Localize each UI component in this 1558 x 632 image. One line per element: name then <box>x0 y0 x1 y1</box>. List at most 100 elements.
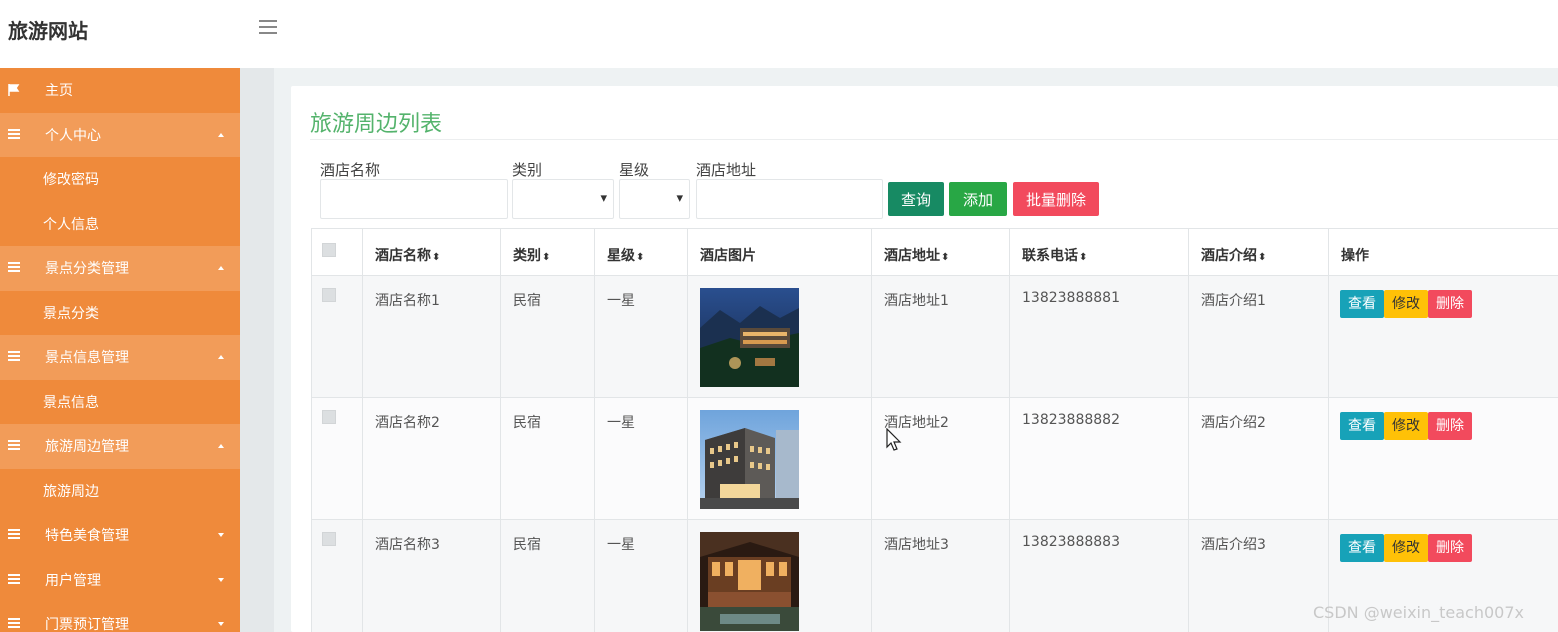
caret-up-icon <box>218 444 224 449</box>
col-category[interactable]: 类别⬍ <box>500 228 595 276</box>
row-checkbox[interactable] <box>322 410 336 424</box>
sidebar-item-spot-category[interactable]: 景点分类 <box>0 291 240 336</box>
sort-icon: ⬍ <box>1079 252 1088 263</box>
select-all-checkbox[interactable] <box>322 243 336 257</box>
stars-cell: 一星 <box>594 397 688 520</box>
col-stars[interactable]: 星级⬍ <box>594 228 688 276</box>
col-phone[interactable]: 联系电话⬍ <box>1009 228 1189 276</box>
edit-button[interactable]: 修改 <box>1384 412 1428 440</box>
col-hotel-address[interactable]: 酒店地址⬍ <box>871 228 1010 276</box>
hotel-name-cell: 酒店名称3 <box>362 519 501 632</box>
hotel-image-cell <box>687 397 872 520</box>
column-label: 酒店介绍 <box>1201 248 1257 264</box>
col-hotel-name[interactable]: 酒店名称⬍ <box>362 228 501 276</box>
sidebar-group-personal-center[interactable]: 个人中心 <box>0 112 240 157</box>
sidebar-group-ticket-booking[interactable]: 门票预订管理 <box>0 602 240 632</box>
stars-select[interactable] <box>619 179 690 219</box>
hotel-image[interactable] <box>700 288 799 387</box>
column-label: 酒店图片 <box>700 248 756 264</box>
sidebar-item-label: 旅游周边 <box>43 483 99 500</box>
hotel-name-input[interactable] <box>320 179 508 219</box>
hotel-address-input[interactable] <box>696 179 883 219</box>
list-card: 旅游周边列表 酒店名称 类别 星级 酒店地址 查询 添加 批量删除 酒店名称⬍ … <box>291 86 1558 632</box>
table-header-row: 酒店名称⬍ 类别⬍ 星级⬍ 酒店图片 酒店地址⬍ 联系电话⬍ 酒店介绍⬍ 操作 <box>311 228 1558 276</box>
caret-down-icon <box>218 533 224 538</box>
hotel-image-cell <box>687 275 872 398</box>
bars-icon <box>8 128 20 141</box>
sort-icon: ⬍ <box>542 252 551 263</box>
sidebar-item-label: 景点信息管理 <box>45 350 129 367</box>
query-button[interactable]: 查询 <box>888 182 944 216</box>
sidebar-item-spot-info[interactable]: 景点信息 <box>0 380 240 425</box>
intro-cell: 酒店介绍2 <box>1188 397 1329 520</box>
delete-button[interactable]: 删除 <box>1428 290 1472 318</box>
sort-icon: ⬍ <box>941 252 950 263</box>
caret-down-icon <box>218 577 224 582</box>
stars-cell: 一星 <box>594 275 688 398</box>
caret-down-icon <box>218 622 224 627</box>
filter-address-label: 酒店地址 <box>696 161 757 179</box>
category-cell: 民宿 <box>500 519 595 632</box>
sidebar-group-spot-category[interactable]: 景点分类管理 <box>0 246 240 291</box>
bars-icon <box>8 262 20 274</box>
sidebar-item-label: 景点分类管理 <box>45 261 129 278</box>
hotel-name-cell: 酒店名称2 <box>362 397 501 520</box>
view-button[interactable]: 查看 <box>1340 290 1384 318</box>
sidebar-group-user-management[interactable]: 用户管理 <box>0 558 240 603</box>
edit-button[interactable]: 修改 <box>1384 290 1428 318</box>
actions-cell: 查看 修改 删除 <box>1328 397 1558 520</box>
sidebar-group-spot-info[interactable]: 景点信息管理 <box>0 335 240 380</box>
column-label: 酒店名称 <box>375 248 431 264</box>
column-label: 类别 <box>513 248 541 264</box>
column-label: 操作 <box>1341 248 1369 264</box>
row-select-cell <box>311 275 363 398</box>
sidebar-item-label: 个人中心 <box>45 127 101 144</box>
hotel-image[interactable] <box>700 532 799 631</box>
hotel-address-cell: 酒店地址3 <box>871 519 1010 632</box>
actions-cell: 查看 修改 删除 <box>1328 275 1558 398</box>
sidebar-item-label: 景点分类 <box>43 305 99 322</box>
sidebar-item-label: 修改密码 <box>43 172 99 189</box>
sidebar: 主页 个人中心 修改密码 个人信息 景点分类管理 景点分类 景点信息管理 景点信… <box>0 68 240 632</box>
mouse-cursor-icon <box>886 428 902 451</box>
delete-button[interactable]: 删除 <box>1428 412 1472 440</box>
intro-cell: 酒店介绍1 <box>1188 275 1329 398</box>
page-title: 旅游周边列表 <box>310 112 443 137</box>
column-label: 酒店地址 <box>884 248 940 264</box>
sidebar-item-change-password[interactable]: 修改密码 <box>0 157 240 202</box>
filter-name-label: 酒店名称 <box>320 161 381 179</box>
category-cell: 民宿 <box>500 275 595 398</box>
sidebar-item-personal-info[interactable]: 个人信息 <box>0 202 240 247</box>
bars-icon <box>8 351 20 363</box>
sort-icon: ⬍ <box>636 252 645 263</box>
bars-icon <box>8 618 20 630</box>
bars-icon <box>8 529 20 541</box>
row-checkbox[interactable] <box>322 288 336 302</box>
col-hotel-image: 酒店图片 <box>687 228 872 276</box>
bars-icon <box>8 440 20 452</box>
sidebar-item-home[interactable]: 主页 <box>0 68 240 113</box>
sort-icon: ⬍ <box>1258 252 1267 263</box>
top-header: 旅游网站 <box>0 0 1558 68</box>
col-intro[interactable]: 酒店介绍⬍ <box>1188 228 1329 276</box>
caret-up-icon <box>218 132 224 137</box>
sidebar-item-label: 特色美食管理 <box>45 528 129 545</box>
batch-delete-button[interactable]: 批量删除 <box>1013 182 1099 216</box>
sidebar-item-label: 景点信息 <box>43 394 99 411</box>
hotel-image[interactable] <box>700 410 799 509</box>
edit-button[interactable]: 修改 <box>1384 534 1428 562</box>
sidebar-group-travel-nearby[interactable]: 旅游周边管理 <box>0 424 240 469</box>
sidebar-group-local-food[interactable]: 特色美食管理 <box>0 513 240 558</box>
view-button[interactable]: 查看 <box>1340 534 1384 562</box>
delete-button[interactable]: 删除 <box>1428 534 1472 562</box>
add-button[interactable]: 添加 <box>949 182 1007 216</box>
phone-cell: 13823888881 <box>1009 275 1189 398</box>
menu-toggle-icon[interactable] <box>259 20 277 34</box>
caret-up-icon <box>218 355 224 360</box>
sidebar-item-travel-nearby[interactable]: 旅游周边 <box>0 469 240 514</box>
category-select[interactable] <box>512 179 614 219</box>
view-button[interactable]: 查看 <box>1340 412 1384 440</box>
row-select-cell <box>311 397 363 520</box>
row-checkbox[interactable] <box>322 532 336 546</box>
hotel-name-cell: 酒店名称1 <box>362 275 501 398</box>
